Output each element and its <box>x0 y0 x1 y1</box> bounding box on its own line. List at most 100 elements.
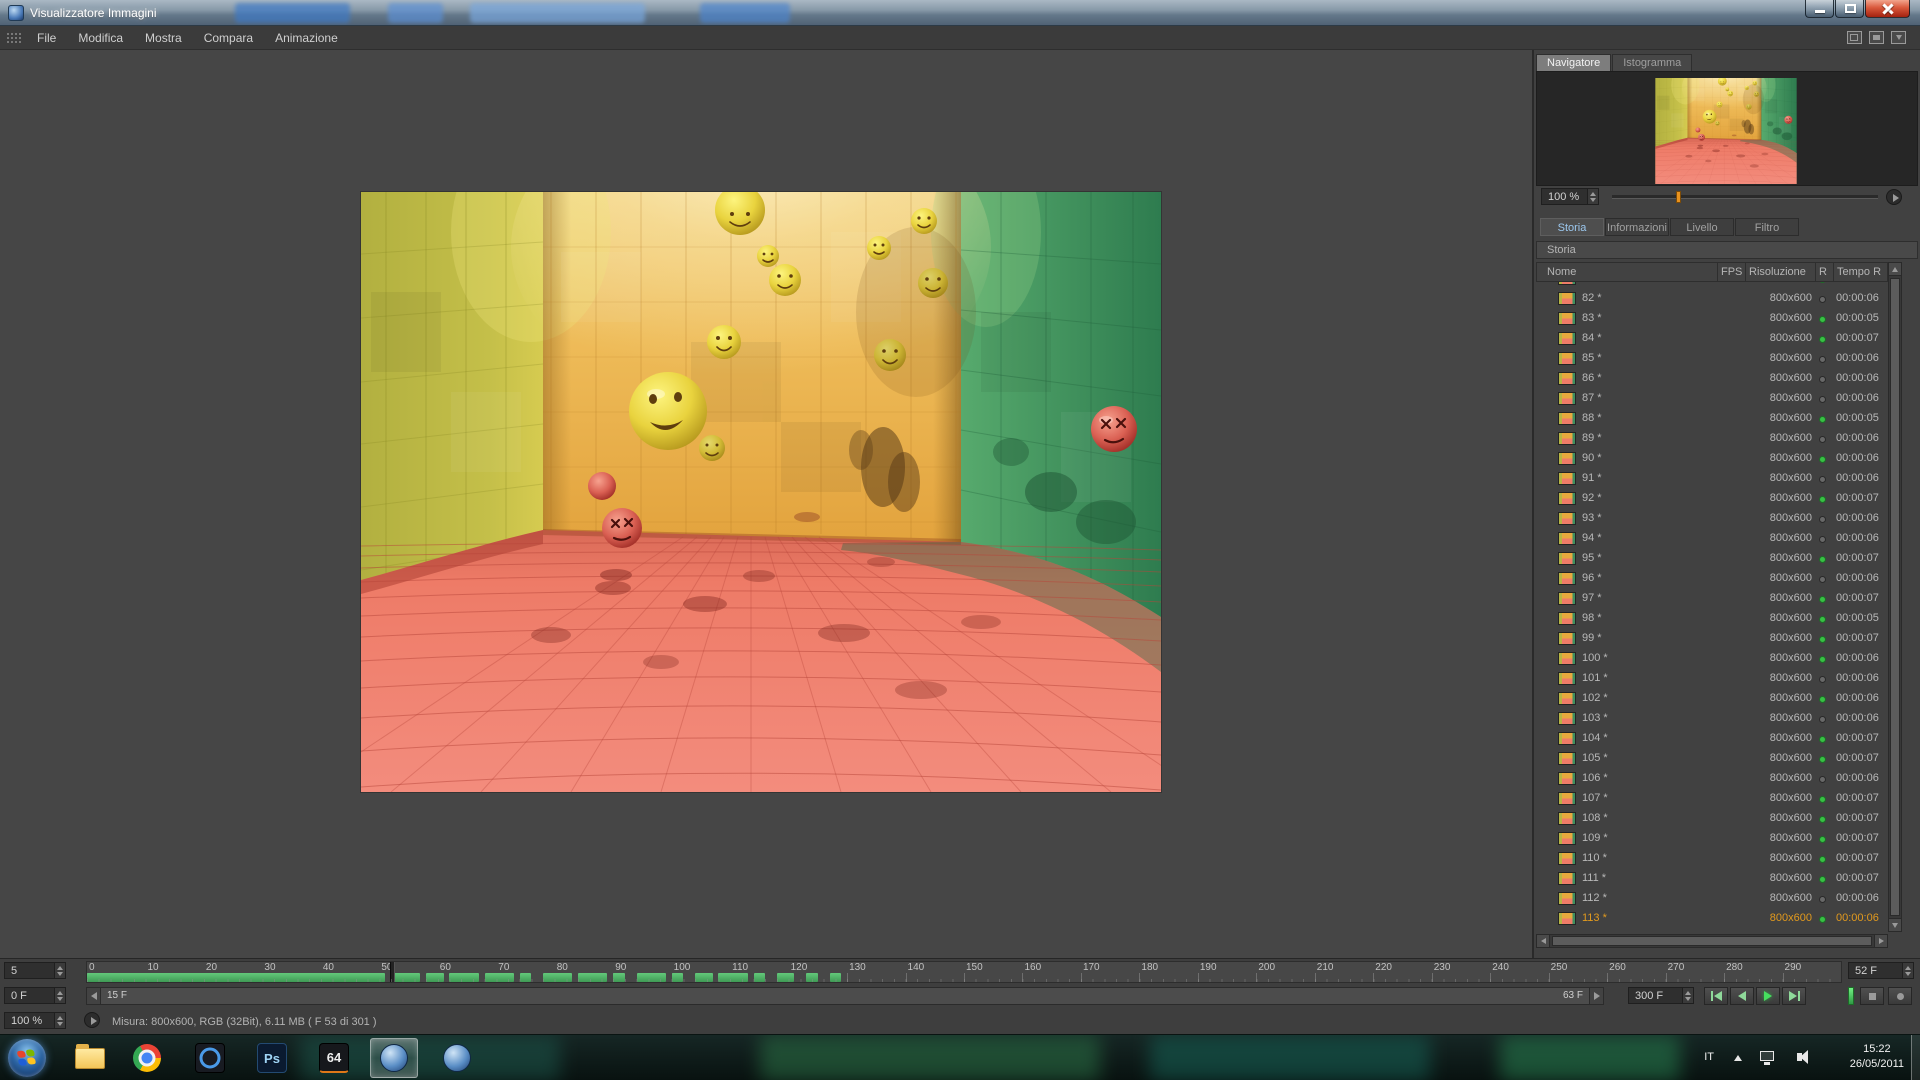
history-row[interactable]: 84 * 800x600 00:00:07 <box>1536 329 1888 349</box>
scroll-left-icon[interactable] <box>1537 935 1550 947</box>
history-row[interactable]: 88 * 800x600 00:00:05 <box>1536 409 1888 429</box>
titlebar[interactable]: Visualizzatore Immagini <box>0 0 1920 26</box>
history-row[interactable]: 107 * 800x600 00:00:07 <box>1536 789 1888 809</box>
history-row[interactable]: 108 * 800x600 00:00:07 <box>1536 809 1888 829</box>
history-row[interactable]: 82 * 800x600 00:00:06 <box>1536 289 1888 309</box>
navigator-options-button[interactable] <box>1886 189 1902 205</box>
history-row[interactable]: 106 * 800x600 00:00:06 <box>1536 769 1888 789</box>
navigator-tab[interactable]: Istogramma <box>1612 54 1692 71</box>
history-row[interactable]: 93 * 800x600 00:00:06 <box>1536 509 1888 529</box>
panel-menu-icon[interactable] <box>1891 31 1906 44</box>
image-canvas[interactable] <box>0 50 1532 958</box>
range-left-arrow-icon[interactable] <box>87 988 101 1004</box>
history-row[interactable]: 86 * 800x600 00:00:06 <box>1536 369 1888 389</box>
history-row[interactable]: 113 * 800x600 00:00:06 <box>1536 909 1888 929</box>
history-row[interactable]: 105 * 800x600 00:00:07 <box>1536 749 1888 769</box>
stepper-icon[interactable] <box>1587 189 1598 204</box>
menu-item[interactable]: Modifica <box>67 26 134 50</box>
panel-tab[interactable]: Filtro <box>1735 218 1799 236</box>
taskbar-cinema4d-64-button[interactable]: 64 <box>310 1038 358 1078</box>
tray-expand-icon[interactable] <box>1734 1055 1742 1061</box>
history-row[interactable]: 97 * 800x600 00:00:07 <box>1536 589 1888 609</box>
history-table-header[interactable]: Nome FPS Risoluzione R Tempo R <box>1536 262 1888 282</box>
taskbar-picture-viewer-button[interactable] <box>370 1038 418 1078</box>
taskbar-photoshop-button[interactable]: Ps <box>248 1038 296 1078</box>
history-row[interactable]: 99 * 800x600 00:00:07 <box>1536 629 1888 649</box>
taskbar-explorer-button[interactable] <box>66 1038 114 1078</box>
stepper-icon[interactable] <box>1682 988 1693 1003</box>
close-button[interactable] <box>1865 0 1910 18</box>
volume-icon[interactable] <box>1797 1053 1802 1061</box>
navigator-zoom-slider[interactable] <box>1612 195 1878 199</box>
navigator-tab[interactable]: Navigatore <box>1536 54 1611 71</box>
history-row[interactable]: 100 * 800x600 00:00:06 <box>1536 649 1888 669</box>
history-row[interactable]: 104 * 800x600 00:00:07 <box>1536 729 1888 749</box>
history-row[interactable]: 89 * 800x600 00:00:06 <box>1536 429 1888 449</box>
preview-play-button[interactable] <box>84 1012 100 1028</box>
history-row[interactable]: 112 * 800x600 00:00:06 <box>1536 889 1888 909</box>
history-horizontal-scrollbar[interactable] <box>1536 934 1888 948</box>
scroll-right-icon[interactable] <box>1874 935 1887 947</box>
history-row[interactable]: 94 * 800x600 00:00:06 <box>1536 529 1888 549</box>
history-row[interactable]: 102 * 800x600 00:00:06 <box>1536 689 1888 709</box>
history-row[interactable]: 110 * 800x600 00:00:07 <box>1536 849 1888 869</box>
stepper-icon[interactable] <box>1902 963 1913 978</box>
minimize-button[interactable] <box>1805 0 1834 18</box>
maximize-button[interactable] <box>1835 0 1864 18</box>
scroll-up-icon[interactable] <box>1889 263 1901 276</box>
history-row[interactable]: 83 * 800x600 00:00:05 <box>1536 309 1888 329</box>
menu-item[interactable]: File <box>26 26 67 50</box>
history-row[interactable]: 111 * 800x600 00:00:07 <box>1536 869 1888 889</box>
history-row[interactable]: 109 * 800x600 00:00:07 <box>1536 829 1888 849</box>
history-row[interactable]: 91 * 800x600 00:00:06 <box>1536 469 1888 489</box>
viewer-zoom-field[interactable]: 100 % <box>4 1012 66 1029</box>
end-frame-field[interactable]: 300 F <box>1628 987 1694 1004</box>
history-row[interactable]: 95 * 800x600 00:00:07 <box>1536 549 1888 569</box>
language-indicator[interactable]: IT <box>1704 1051 1714 1063</box>
panel-tab[interactable]: Informazioni <box>1605 218 1669 236</box>
timeline-range-scrollbar[interactable]: 15 F 63 F <box>86 987 1604 1005</box>
scrollbar-thumb[interactable] <box>1890 278 1900 916</box>
start-frame-field[interactable]: 0 F <box>4 987 66 1004</box>
previous-frame-button[interactable] <box>1730 987 1754 1005</box>
clock[interactable]: 15:22 26/05/2011 <box>1850 1042 1904 1072</box>
scroll-down-icon[interactable] <box>1889 918 1901 931</box>
stepper-icon[interactable] <box>54 988 65 1003</box>
history-row[interactable]: 81 * 800x600 00:00:06 <box>1536 282 1888 289</box>
panel-restore-icon[interactable] <box>1847 31 1862 44</box>
history-vertical-scrollbar[interactable] <box>1888 262 1902 932</box>
go-to-start-button[interactable] <box>1704 987 1728 1005</box>
history-row[interactable]: 85 * 800x600 00:00:06 <box>1536 349 1888 369</box>
menu-item[interactable]: Animazione <box>264 26 349 50</box>
history-row[interactable]: 92 * 800x600 00:00:07 <box>1536 489 1888 509</box>
navigator-preview[interactable] <box>1536 71 1918 186</box>
network-icon[interactable] <box>1760 1051 1774 1061</box>
history-row[interactable]: 90 * 800x600 00:00:06 <box>1536 449 1888 469</box>
stepper-icon[interactable] <box>54 1013 65 1028</box>
panel-tab[interactable]: Livello <box>1670 218 1734 236</box>
stop-button[interactable] <box>1860 987 1884 1005</box>
history-row[interactable]: 103 * 800x600 00:00:06 <box>1536 709 1888 729</box>
start-button[interactable] <box>8 1039 46 1077</box>
taskbar-media-app-button[interactable] <box>186 1038 234 1078</box>
scrollbar-thumb[interactable] <box>1552 936 1872 946</box>
history-row[interactable]: 96 * 800x600 00:00:06 <box>1536 569 1888 589</box>
timeline-ruler[interactable]: 0102030405060708090100110120130140150160… <box>86 961 1842 983</box>
frame-step-field[interactable]: 5 <box>4 962 66 979</box>
loop-mode-button[interactable] <box>1888 987 1912 1005</box>
play-button[interactable] <box>1756 987 1780 1005</box>
panel-dock-icon[interactable] <box>1869 31 1884 44</box>
panel-tab[interactable]: Storia <box>1540 218 1604 236</box>
taskbar-chrome-button[interactable] <box>123 1038 171 1078</box>
history-row[interactable]: 98 * 800x600 00:00:05 <box>1536 609 1888 629</box>
zoom-slider-handle[interactable] <box>1676 191 1681 203</box>
range-right-arrow-icon[interactable] <box>1589 988 1603 1004</box>
menu-grip-icon[interactable] <box>6 32 22 45</box>
go-to-end-button[interactable] <box>1782 987 1806 1005</box>
playhead[interactable] <box>390 962 395 982</box>
history-row[interactable]: 87 * 800x600 00:00:06 <box>1536 389 1888 409</box>
history-row[interactable]: 101 * 800x600 00:00:06 <box>1536 669 1888 689</box>
menu-item[interactable]: Mostra <box>134 26 193 50</box>
current-frame-field[interactable]: 52 F <box>1848 962 1914 979</box>
stepper-icon[interactable] <box>54 963 65 978</box>
